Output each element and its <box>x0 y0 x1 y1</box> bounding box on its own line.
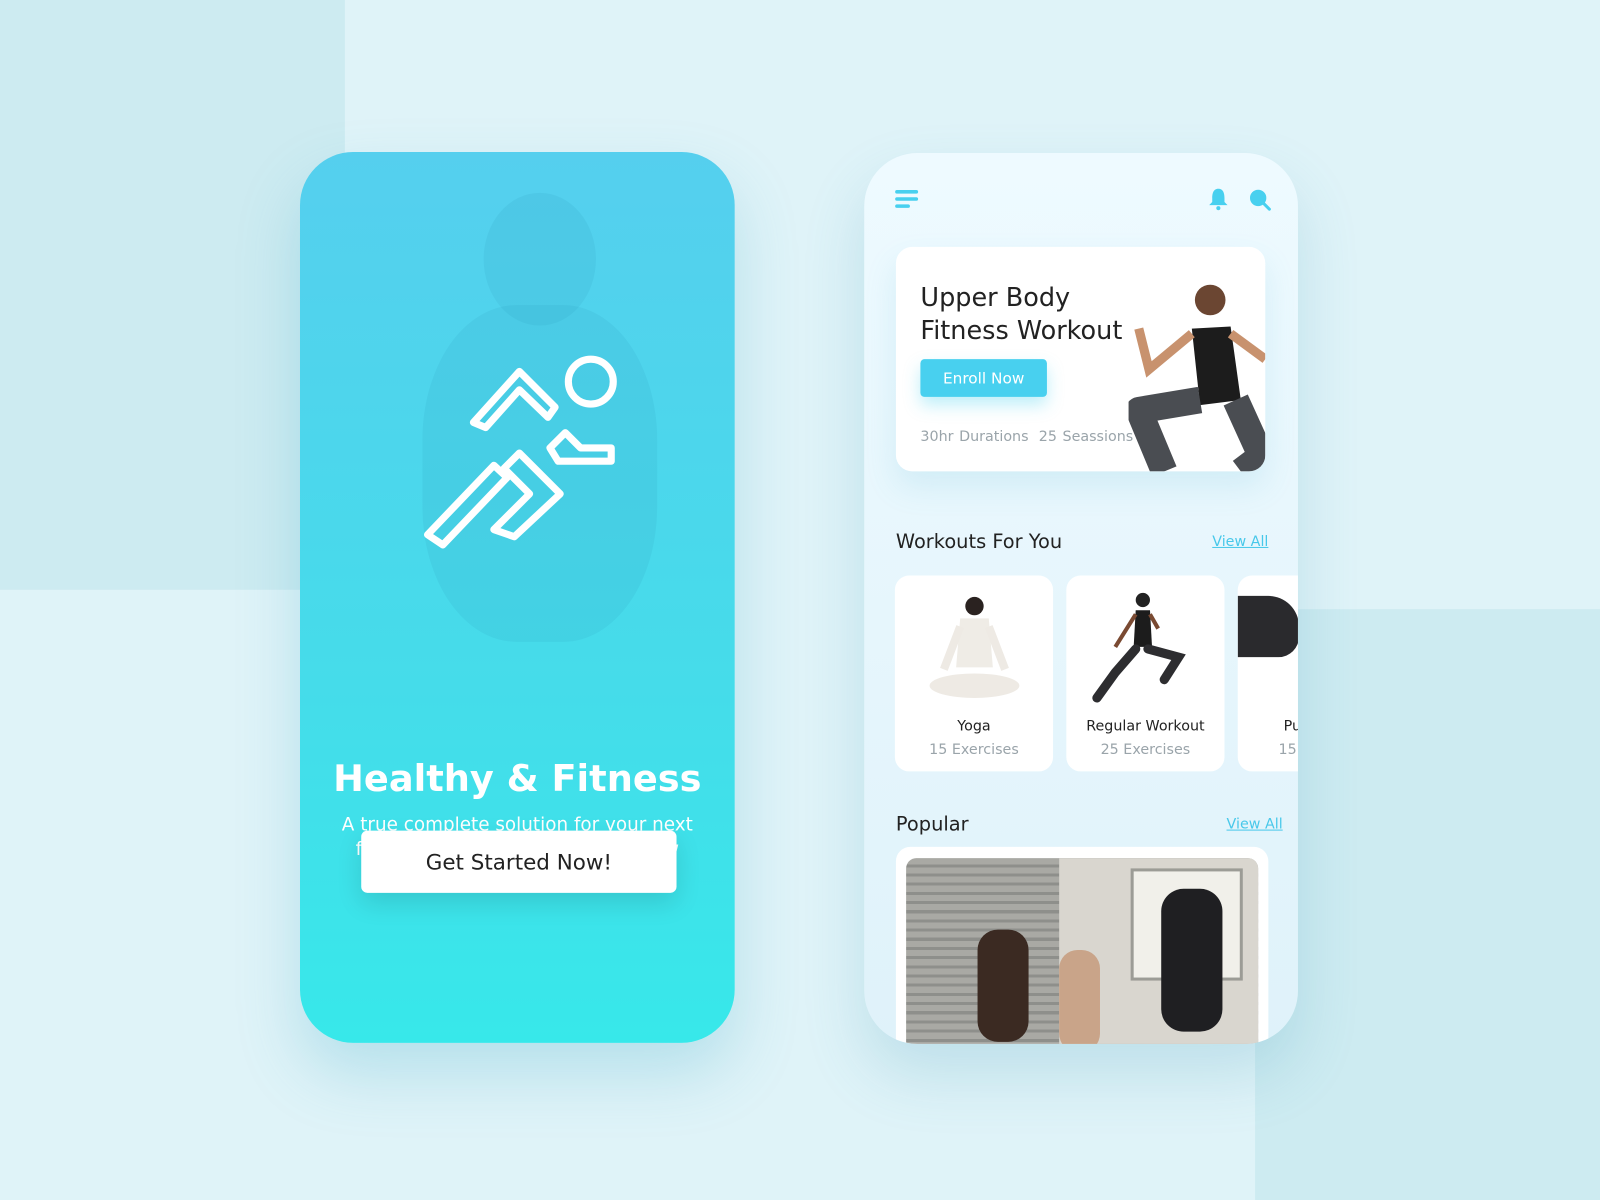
get-started-button[interactable]: Get Started Now! <box>361 830 677 893</box>
workout-name: Pu <box>1283 718 1298 735</box>
workout-name: Regular Workout <box>1086 718 1205 735</box>
bg-block <box>0 0 345 590</box>
runner-photo <box>1092 592 1186 703</box>
featured-title: Upper Body Fitness Workout <box>920 282 1122 347</box>
popular-view-all-link[interactable]: View All <box>1227 816 1283 832</box>
canvas: Healthy & Fitness A true complete soluti… <box>0 0 1600 1200</box>
search-icon[interactable] <box>1249 189 1271 211</box>
workout-count: 25 Exercises <box>1100 741 1191 759</box>
workout-card-partial[interactable]: Pu 15 <box>1237 575 1298 772</box>
group-workout-photo <box>906 858 1259 1044</box>
bg-block <box>1255 609 1600 1200</box>
workout-count: 15 <box>1278 741 1297 759</box>
featured-meta: 30hr Durations 25 Seassions <box>920 429 1143 445</box>
athlete-photo <box>1128 284 1266 472</box>
duration-label: 30hr Durations <box>920 428 1029 445</box>
workouts-section-title: Workouts For You <box>895 530 1063 554</box>
yoga-photo <box>929 596 1020 698</box>
splash-title: Healthy & Fitness <box>333 758 702 800</box>
workout-card-yoga[interactable]: Yoga 15 Exercises <box>894 575 1054 772</box>
workout-count: 15 Exercises <box>929 741 1019 759</box>
workout-photo <box>1237 595 1298 658</box>
running-person-icon <box>423 355 617 549</box>
popular-section-title: Popular <box>895 813 969 836</box>
hamburger-menu-icon[interactable] <box>895 189 919 211</box>
featured-workout-card[interactable]: Upper Body Fitness Workout Enroll Now 30h… <box>895 246 1266 472</box>
featured-title-line1: Upper Body <box>920 282 1071 313</box>
workouts-view-all-link[interactable]: View All <box>1212 534 1268 550</box>
enroll-now-button[interactable]: Enroll Now <box>920 359 1047 397</box>
workout-name: Yoga <box>957 718 991 735</box>
home-screen: Upper Body Fitness Workout Enroll Now 30h… <box>864 153 1298 1044</box>
splash-screen: Healthy & Fitness A true complete soluti… <box>299 152 735 1043</box>
bell-icon[interactable] <box>1208 187 1228 211</box>
featured-title-line2: Fitness Workout <box>920 315 1123 345</box>
sessions-label: 25 Seassions <box>1038 428 1134 445</box>
workout-card-regular[interactable]: Regular Workout 25 Exercises <box>1066 575 1225 772</box>
popular-card[interactable] <box>895 846 1269 1044</box>
